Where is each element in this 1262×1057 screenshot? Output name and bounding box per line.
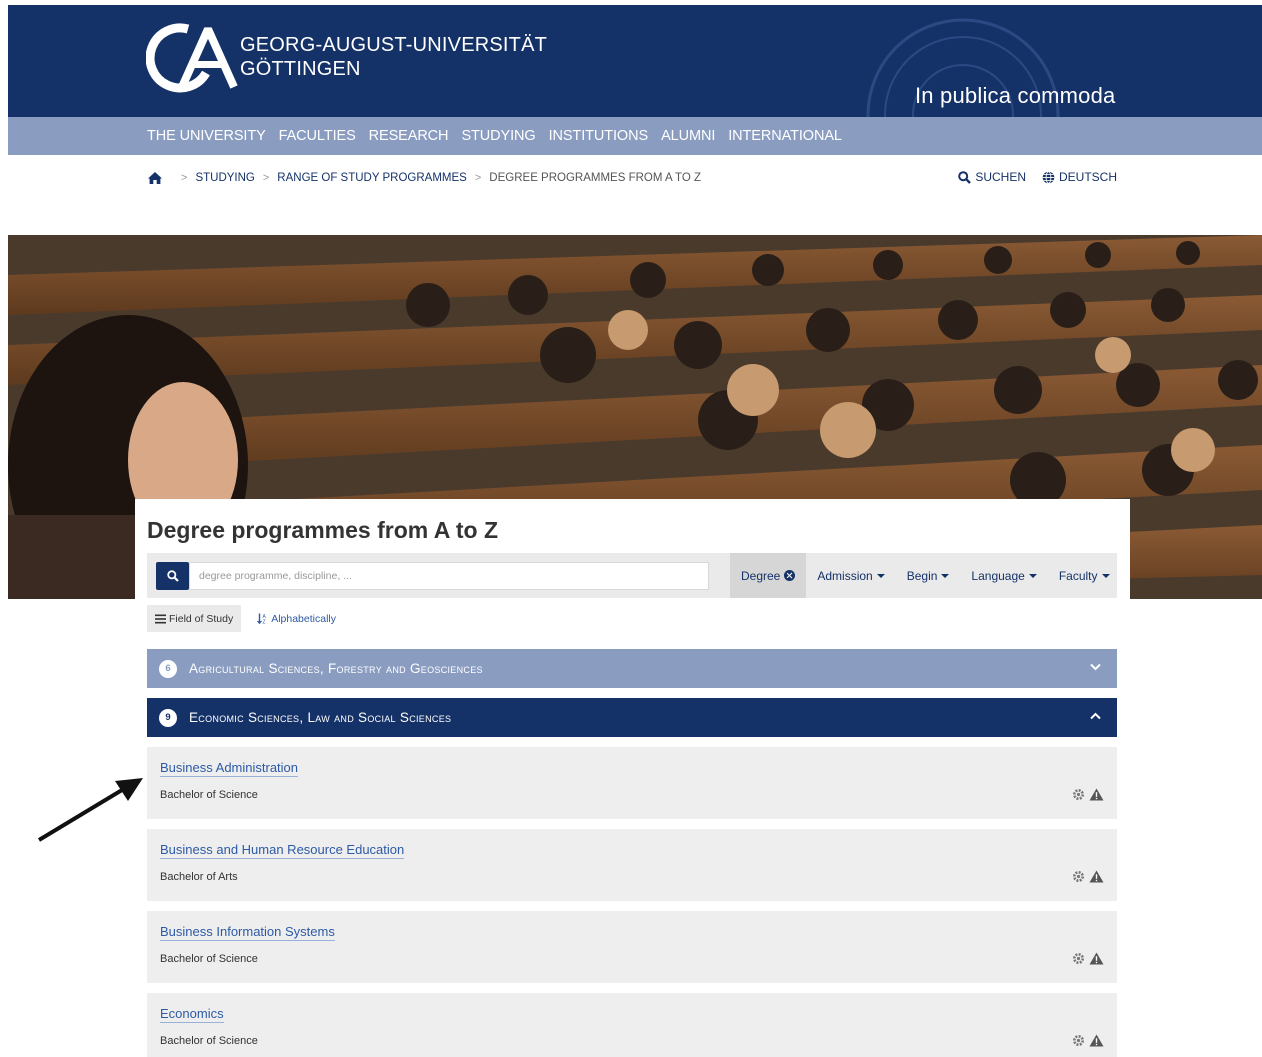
main-nav: THE UNIVERSITY FACULTIES RESEARCH STUDYI… [8, 117, 1262, 155]
nav-item-institutions[interactable]: INSTITUTIONS [549, 128, 649, 144]
breadcrumb-range-of-study-programmes[interactable]: RANGE OF STUDY PROGRAMMES [277, 172, 467, 184]
language-link-label: DEUTSCH [1058, 170, 1117, 184]
globe-icon [1042, 170, 1055, 184]
breadcrumb-separator: > [181, 172, 188, 184]
view-field-of-study-label: Field of Study [169, 612, 234, 625]
university-name-line1: GEORG-AUGUST-UNIVERSITÄT [240, 34, 548, 56]
site-header: GEORG-AUGUST-UNIVERSITÄT GÖTTINGEN In pu… [8, 5, 1262, 117]
programme-link[interactable]: Business Administration [160, 760, 299, 777]
programme-count-badge: 6 [159, 659, 177, 678]
filter-begin[interactable]: Begin [896, 553, 961, 598]
motto: In publica commoda [915, 83, 1116, 108]
search-icon [958, 170, 972, 184]
view-alphabetically[interactable]: A Z Alphabetically [249, 605, 344, 632]
filter-begin-label: Begin [906, 568, 938, 583]
header-tools: SUCHEN DEUTSCH [942, 170, 1117, 184]
breadcrumb-separator: > [262, 172, 270, 184]
nav-item-studying[interactable]: STUDYING [461, 128, 535, 144]
view-alphabetically-label: Alphabetically [271, 612, 336, 625]
warning-icon[interactable] [1089, 870, 1104, 883]
filter-bar: Degree Admission Begin Language Faculty [147, 553, 1117, 598]
programme-icons [1068, 1034, 1104, 1047]
programme-card: Business Information Systems Bachelor of… [147, 911, 1117, 983]
filter-language[interactable]: Language [960, 553, 1047, 598]
accordion-agricultural-sciences[interactable]: 6 Agricultural Sciences, Forestry and Ge… [147, 649, 1117, 688]
breadcrumb: > STUDYING > RANGE OF STUDY PROGRAMMES >… [147, 171, 701, 185]
programme-link[interactable]: Business and Human Resource Education [160, 842, 405, 859]
clear-filter-icon[interactable] [784, 570, 796, 581]
search-link-label: SUCHEN [975, 170, 1026, 184]
filter-language-label: Language [971, 568, 1025, 583]
search-icon [166, 570, 179, 582]
search-link[interactable]: SUCHEN [958, 170, 1026, 184]
search-input[interactable] [189, 562, 709, 590]
nav-item-faculties[interactable]: FACULTIES [279, 128, 356, 144]
programme-link[interactable]: Business Information Systems [160, 924, 335, 941]
breadcrumb-separator: > [474, 172, 482, 184]
caret-down-icon [1028, 573, 1037, 578]
warning-icon[interactable] [1089, 788, 1104, 801]
programme-icons [1068, 870, 1104, 883]
breadcrumb-studying[interactable]: STUDYING [195, 172, 254, 184]
programme-card: Business and Human Resource Education Ba… [147, 829, 1117, 901]
filter-faculty[interactable]: Faculty [1048, 553, 1121, 598]
breadcrumb-current: DEGREE PROGRAMMES FROM A TO Z [489, 172, 702, 184]
chevron-down-icon [1090, 663, 1101, 671]
nav-item-alumni[interactable]: ALUMNI [661, 128, 715, 144]
programme-degree: Bachelor of Science [160, 1035, 258, 1047]
programme-card: Business Administration Bachelor of Scie… [147, 747, 1117, 819]
filter-degree[interactable]: Degree [730, 553, 807, 598]
gear-icon[interactable] [1072, 870, 1085, 883]
sort-icon: A Z [257, 613, 267, 625]
programme-degree: Bachelor of Science [160, 953, 258, 965]
filter-tabs: Degree Admission Begin Language Faculty [730, 553, 1121, 598]
programme-count-badge: 9 [159, 708, 177, 727]
annotation-arrow-icon [37, 778, 143, 842]
programme-degree: Bachelor of Arts [160, 871, 238, 883]
programme-icons [1068, 952, 1104, 965]
accordion-economic-sciences[interactable]: 9 Economic Sciences, Law and Social Scie… [147, 698, 1117, 737]
accordion-title: Agricultural Sciences, Forestry and Geos… [189, 661, 483, 676]
programme-icons [1068, 788, 1104, 801]
svg-text:Z: Z [263, 620, 266, 625]
filter-faculty-label: Faculty [1058, 568, 1098, 583]
warning-icon[interactable] [1089, 1034, 1104, 1047]
accordion-title: Economic Sciences, Law and Social Scienc… [189, 710, 452, 725]
filter-admission-label: Admission [817, 568, 873, 583]
gear-icon[interactable] [1072, 952, 1085, 965]
nav-item-international[interactable]: INTERNATIONAL [728, 128, 842, 144]
gear-icon[interactable] [1072, 1034, 1085, 1047]
filter-degree-label: Degree [741, 568, 781, 583]
view-toggle: Field of Study A Z Alphabetically [147, 605, 344, 632]
nav-item-the-university[interactable]: THE UNIVERSITY [147, 128, 266, 144]
filter-admission[interactable]: Admission [806, 553, 895, 598]
caret-down-icon [876, 573, 885, 578]
chevron-up-icon [1090, 712, 1101, 720]
warning-icon[interactable] [1089, 952, 1104, 965]
list-icon [155, 614, 166, 623]
page-title: Degree programmes from A to Z [147, 517, 499, 543]
nav-item-research[interactable]: RESEARCH [369, 128, 449, 144]
caret-down-icon [941, 573, 950, 578]
university-name-line2: GÖTTINGEN [240, 58, 361, 80]
programme-card: Economics Bachelor of Science [147, 993, 1117, 1057]
programme-link[interactable]: Economics [160, 1006, 224, 1023]
view-field-of-study[interactable]: Field of Study [147, 605, 242, 632]
caret-down-icon [1101, 573, 1110, 578]
home-icon[interactable] [147, 171, 163, 185]
search-button[interactable] [156, 562, 189, 590]
university-name: GEORG-AUGUST-UNIVERSITÄT GÖTTINGEN [240, 33, 547, 81]
language-link[interactable]: DEUTSCH [1042, 170, 1117, 184]
university-logo[interactable] [146, 23, 242, 93]
gear-icon[interactable] [1072, 788, 1085, 801]
programme-degree: Bachelor of Science [160, 789, 258, 801]
